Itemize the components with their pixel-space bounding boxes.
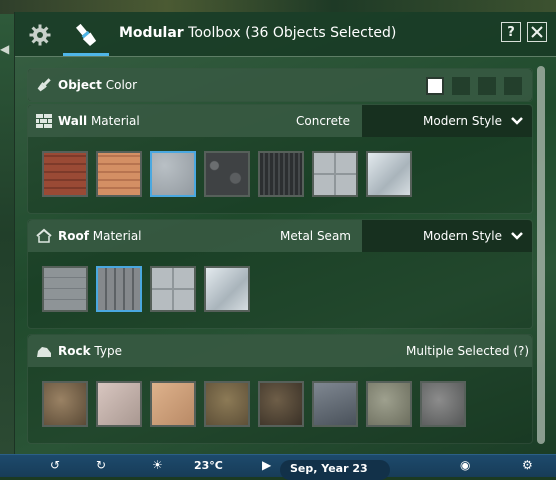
swatch-grey-tiles[interactable]	[312, 151, 358, 197]
wall-material-value: Concrete	[296, 114, 351, 128]
help-button[interactable]: ?	[501, 22, 521, 42]
rock-icon	[36, 343, 52, 359]
rock-type-section: Rock Type Multiple Selected (?)	[27, 334, 533, 444]
swatch-grey-panels[interactable]	[42, 266, 88, 312]
swatch-dark-ribbed-metal[interactable]	[258, 151, 304, 197]
paint-brush-icon	[36, 77, 52, 93]
object-color-section: Object Color	[27, 68, 533, 102]
rock-type-title: Rock Type	[58, 344, 122, 358]
swatch-metal-seam[interactable]	[96, 266, 142, 312]
play-icon[interactable]: ▶	[262, 458, 271, 472]
house-roof-icon	[36, 228, 52, 244]
tab-settings[interactable]	[25, 20, 55, 50]
roof-material-header: Roof Material Metal Seam Modern Style	[28, 220, 532, 252]
wall-material-section: Wall Material Concrete Modern Style	[27, 104, 533, 214]
roof-style-dropdown[interactable]: Modern Style	[362, 220, 532, 252]
swatch-slate-rock[interactable]	[312, 381, 358, 427]
bottom-toolbar: ↺ ↻ ☀ 23°C ▶ Sep, Year 23 ◉ ⚙	[0, 454, 556, 480]
object-color-header: Object Color	[28, 69, 532, 101]
background-scene-left: ◀	[0, 14, 14, 454]
swatch-light-wood-planks[interactable]	[96, 151, 142, 197]
wall-style-label: Modern Style	[423, 114, 502, 128]
wall-style-dropdown[interactable]: Modern Style	[362, 105, 532, 137]
swatch-pale-pink-rock[interactable]	[96, 381, 142, 427]
sun-icon: ☀	[152, 458, 163, 472]
gear-icon[interactable]: ⚙	[522, 458, 533, 472]
swatch-brown-rock[interactable]	[42, 381, 88, 427]
wall-material-title-rest: Material	[87, 114, 140, 128]
brick-wall-icon	[36, 113, 52, 129]
modular-toolbox-window: Modular Toolbox (36 Objects Selected) ?	[14, 12, 556, 454]
swatch-red-wood-planks[interactable]	[42, 151, 88, 197]
camera-icon[interactable]: ◉	[460, 458, 470, 472]
swatch-glass[interactable]	[366, 151, 412, 197]
swatch-olive-rock[interactable]	[204, 381, 250, 427]
wall-material-title-bold: Wall	[58, 114, 88, 128]
color-swatch[interactable]	[478, 77, 496, 95]
rock-type-title-bold: Rock	[58, 344, 91, 358]
roof-material-section: Roof Material Metal Seam Modern Style	[27, 219, 533, 329]
close-icon	[531, 26, 543, 38]
swatch-glass[interactable]	[204, 266, 250, 312]
rotate-left-icon[interactable]: ↺	[50, 458, 60, 472]
roof-style-label: Modern Style	[423, 229, 502, 243]
object-color-title-rest: Color	[101, 78, 138, 92]
color-swatch[interactable]	[504, 77, 522, 95]
chevron-down-icon	[511, 117, 523, 125]
scrollbar-track[interactable]	[537, 66, 545, 444]
wall-material-header: Wall Material Concrete Modern Style	[28, 105, 532, 137]
roof-material-value: Metal Seam	[280, 229, 351, 243]
roof-material-title: Roof Material	[58, 229, 142, 243]
rotate-right-icon[interactable]: ↻	[96, 458, 106, 472]
chevron-down-icon	[511, 232, 523, 240]
gear-icon	[29, 24, 51, 46]
object-color-title: Object Color	[58, 78, 137, 92]
paintbrush-icon	[75, 23, 97, 46]
color-swatch[interactable]	[426, 77, 444, 95]
window-titlebar: Modular Toolbox (36 Objects Selected) ?	[15, 12, 556, 57]
rock-type-value: Multiple Selected (?)	[406, 344, 530, 358]
close-button[interactable]	[527, 22, 547, 42]
swatch-grey-granite[interactable]	[420, 381, 466, 427]
wall-material-title: Wall Material	[58, 114, 140, 128]
roof-material-title-bold: Roof	[58, 229, 89, 243]
swatch-sandstone[interactable]	[150, 381, 196, 427]
swatch-mossy-rock[interactable]	[366, 381, 412, 427]
window-title-bold: Modular	[119, 25, 184, 41]
swatch-concrete[interactable]	[150, 151, 196, 197]
scrollbar-thumb[interactable]	[537, 66, 545, 444]
object-color-title-bold: Object	[58, 78, 102, 92]
color-swatch[interactable]	[452, 77, 470, 95]
window-title-rest: Toolbox (36 Objects Selected)	[183, 25, 397, 41]
swatch-dark-stone[interactable]	[204, 151, 250, 197]
window-title: Modular Toolbox (36 Objects Selected)	[119, 25, 396, 41]
swatch-grey-tiles[interactable]	[150, 266, 196, 312]
swatch-dark-brown-rock[interactable]	[258, 381, 304, 427]
tab-modular-toolbox[interactable]	[63, 16, 109, 56]
roof-material-title-rest: Material	[88, 229, 142, 243]
arrow-left-icon: ◀	[0, 42, 10, 56]
rock-type-header: Rock Type Multiple Selected (?)	[28, 335, 532, 367]
date-display: Sep, Year 23	[280, 460, 390, 480]
rock-type-title-rest: Type	[90, 344, 122, 358]
temperature-readout: 23°C	[194, 459, 223, 472]
